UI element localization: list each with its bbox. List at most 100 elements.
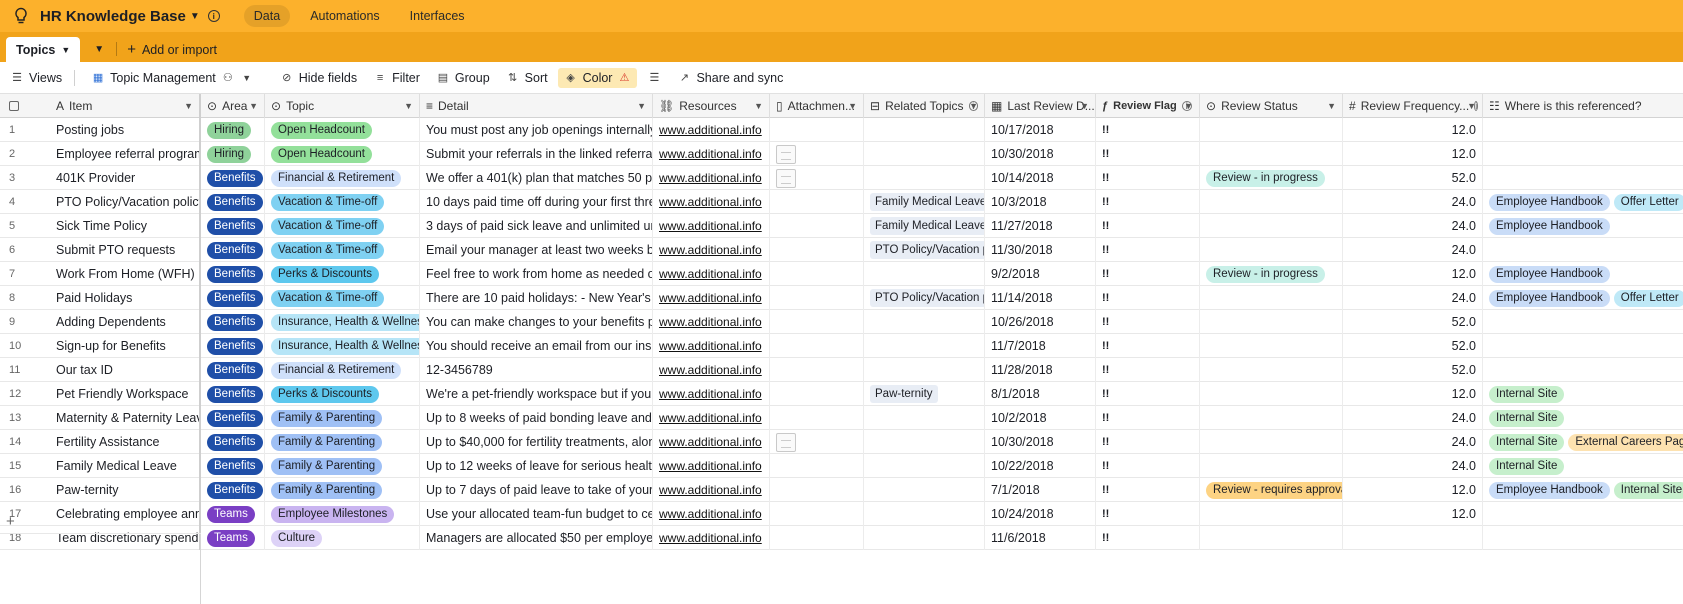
- chevron-down-icon[interactable]: ▼: [94, 37, 104, 62]
- area-cell[interactable]: Hiring: [201, 118, 265, 142]
- table-row[interactable]: 16 Paw-ternity Benefits Family & Parenting U…: [0, 478, 1683, 502]
- area-cell[interactable]: Benefits: [201, 382, 265, 406]
- item-cell[interactable]: Adding Dependents: [50, 310, 201, 334]
- attachments-cell[interactable]: [770, 358, 864, 382]
- topic-cell[interactable]: Vacation & Time-off: [265, 190, 420, 214]
- area-cell[interactable]: Benefits: [201, 286, 265, 310]
- detail-cell[interactable]: There are 10 paid holidays: - New Year's…: [420, 286, 653, 310]
- review-frequency-cell[interactable]: 24.0: [1343, 214, 1483, 238]
- share-and-sync-button[interactable]: ↗ Share and sync: [671, 68, 789, 88]
- item-cell[interactable]: Maternity & Paternity Leave: [50, 406, 201, 430]
- nav-tab-interfaces[interactable]: Interfaces: [400, 5, 475, 27]
- last-review-date-cell[interactable]: 11/6/2018: [985, 526, 1096, 550]
- resource-link[interactable]: www.additional.info: [659, 219, 762, 233]
- item-cell[interactable]: Family Medical Leave: [50, 454, 201, 478]
- review-frequency-cell[interactable]: 52.0: [1343, 334, 1483, 358]
- chevron-down-icon[interactable]: ▼: [969, 101, 978, 111]
- last-review-date-cell[interactable]: 11/14/2018: [985, 286, 1096, 310]
- resources-cell[interactable]: www.additional.info: [653, 238, 770, 262]
- attachments-cell[interactable]: [770, 334, 864, 358]
- chevron-down-icon[interactable]: ▼: [1327, 101, 1336, 111]
- review-flag-cell[interactable]: !!: [1096, 286, 1200, 310]
- review-status-cell[interactable]: [1200, 454, 1343, 478]
- review-frequency-cell[interactable]: 24.0: [1343, 406, 1483, 430]
- review-frequency-cell[interactable]: 12.0: [1343, 118, 1483, 142]
- row-number[interactable]: 1: [0, 118, 50, 142]
- topic-cell[interactable]: Financial & Retirement: [265, 358, 420, 382]
- detail-cell[interactable]: We offer a 401(k) plan that matches 50 p…: [420, 166, 653, 190]
- topic-cell[interactable]: Family & Parenting: [265, 478, 420, 502]
- review-frequency-cell[interactable]: 52.0: [1343, 310, 1483, 334]
- attachments-cell[interactable]: [770, 262, 864, 286]
- base-title[interactable]: HR Knowledge Base: [40, 8, 186, 25]
- where-referenced-cell[interactable]: [1483, 502, 1683, 526]
- table-tab-topics[interactable]: Topics ▼: [6, 37, 81, 62]
- resource-link[interactable]: www.additional.info: [659, 123, 762, 137]
- area-cell[interactable]: Benefits: [201, 406, 265, 430]
- last-review-date-cell[interactable]: 10/2/2018: [985, 406, 1096, 430]
- review-frequency-cell[interactable]: 52.0: [1343, 358, 1483, 382]
- table-row[interactable]: 14 Fertility Assistance Benefits Family & P…: [0, 430, 1683, 454]
- table-row[interactable]: 11 Our tax ID Benefits Financial & Retireme…: [0, 358, 1683, 382]
- row-number[interactable]: 9: [0, 310, 50, 334]
- lightbulb-icon[interactable]: [10, 5, 32, 27]
- last-review-date-cell[interactable]: 10/22/2018: [985, 454, 1096, 478]
- resource-link[interactable]: www.additional.info: [659, 315, 762, 329]
- topic-cell[interactable]: Open Headcount: [265, 142, 420, 166]
- review-status-cell[interactable]: [1200, 214, 1343, 238]
- detail-cell[interactable]: Up to 12 weeks of leave for serious heal…: [420, 454, 653, 478]
- detail-cell[interactable]: You can make changes to your benefits pl…: [420, 310, 653, 334]
- item-cell[interactable]: Pet Friendly Workspace: [50, 382, 201, 406]
- where-referenced-cell[interactable]: Internal Site: [1483, 382, 1683, 406]
- topic-cell[interactable]: Family & Parenting: [265, 454, 420, 478]
- row-number[interactable]: 12: [0, 382, 50, 406]
- resources-cell[interactable]: www.additional.info: [653, 118, 770, 142]
- add-record-button[interactable]: +: [0, 510, 201, 534]
- views-button[interactable]: ☰ Views: [4, 68, 68, 88]
- resources-cell[interactable]: www.additional.info: [653, 382, 770, 406]
- column-header-detail[interactable]: ≡ Detail ▼: [420, 94, 653, 118]
- area-cell[interactable]: Teams: [201, 502, 265, 526]
- sort-button[interactable]: ⇅ Sort: [500, 68, 554, 88]
- review-frequency-cell[interactable]: 24.0: [1343, 454, 1483, 478]
- chevron-down-icon[interactable]: ▼: [848, 101, 857, 111]
- item-cell[interactable]: Our tax ID: [50, 358, 201, 382]
- view-switcher[interactable]: ▦ Topic Management ⚇ ▼: [85, 68, 260, 88]
- info-icon[interactable]: i: [207, 10, 220, 22]
- detail-cell[interactable]: You must post any job openings internall…: [420, 118, 653, 142]
- resources-cell[interactable]: www.additional.info: [653, 502, 770, 526]
- where-referenced-cell[interactable]: Employee Handbook Offer Letter: [1483, 190, 1683, 214]
- topic-cell[interactable]: Perks & Discounts: [265, 262, 420, 286]
- column-header-review-flag[interactable]: ƒ Review Flag i ▼: [1096, 94, 1200, 118]
- where-referenced-cell[interactable]: Internal Site External Careers Page: [1483, 430, 1683, 454]
- resource-link[interactable]: www.additional.info: [659, 243, 762, 257]
- resources-cell[interactable]: www.additional.info: [653, 454, 770, 478]
- review-flag-cell[interactable]: !!: [1096, 310, 1200, 334]
- review-flag-cell[interactable]: !!: [1096, 118, 1200, 142]
- related-topics-cell[interactable]: [864, 526, 985, 550]
- item-cell[interactable]: Work From Home (WFH) Policy: [50, 262, 201, 286]
- last-review-date-cell[interactable]: 10/30/2018: [985, 430, 1096, 454]
- add-or-import-button[interactable]: + Add or import: [127, 37, 217, 62]
- chevron-down-icon[interactable]: ▼: [754, 101, 763, 111]
- last-review-date-cell[interactable]: 8/1/2018: [985, 382, 1096, 406]
- chevron-down-icon[interactable]: ▼: [249, 101, 258, 111]
- table-row[interactable]: 12 Pet Friendly Workspace Benefits Perks & …: [0, 382, 1683, 406]
- column-header-last-review-date[interactable]: ▦ Last Review D... ▼: [985, 94, 1096, 118]
- detail-cell[interactable]: Feel free to work from home as needed or…: [420, 262, 653, 286]
- last-review-date-cell[interactable]: 7/1/2018: [985, 478, 1096, 502]
- table-row[interactable]: 10 Sign-up for Benefits Benefits Insurance,…: [0, 334, 1683, 358]
- hide-fields-button[interactable]: ⊘ Hide fields: [274, 68, 363, 88]
- attachments-cell[interactable]: [770, 310, 864, 334]
- review-frequency-cell[interactable]: 52.0: [1343, 166, 1483, 190]
- related-topics-cell[interactable]: PTO Policy/Vacation polic: [864, 286, 985, 310]
- detail-cell[interactable]: Managers are allocated $50 per employee …: [420, 526, 653, 550]
- attachments-cell[interactable]: [770, 406, 864, 430]
- related-record-chip[interactable]: Paw-ternity: [870, 385, 938, 403]
- review-status-cell[interactable]: [1200, 118, 1343, 142]
- item-cell[interactable]: Paw-ternity: [50, 478, 201, 502]
- table-row[interactable]: 4 PTO Policy/Vacation policy Benefits Vacat…: [0, 190, 1683, 214]
- topic-cell[interactable]: Vacation & Time-off: [265, 214, 420, 238]
- related-topics-cell[interactable]: [864, 118, 985, 142]
- topic-cell[interactable]: Financial & Retirement: [265, 166, 420, 190]
